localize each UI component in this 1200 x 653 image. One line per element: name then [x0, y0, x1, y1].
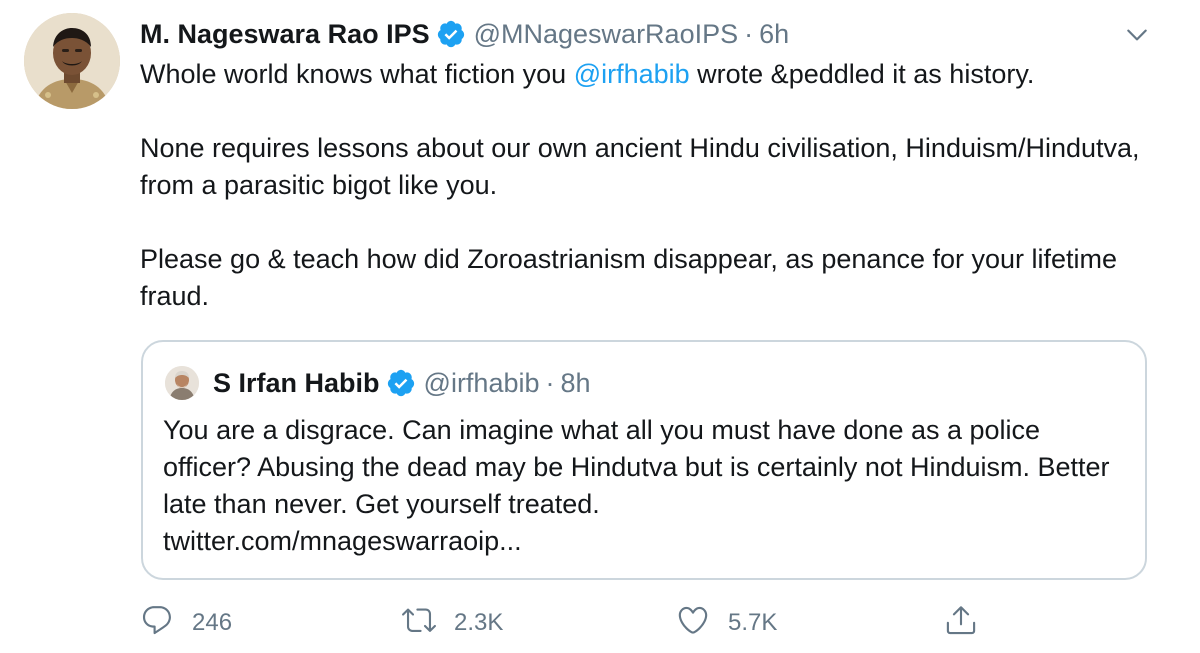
heart-icon [676, 603, 710, 644]
author-avatar[interactable] [24, 13, 120, 109]
header-separator: · [744, 18, 754, 49]
reply-count: 246 [192, 609, 233, 636]
tweet-text-segment: Whole world knows what fiction you [140, 59, 574, 89]
tweet-text: Whole world knows what fiction you @irfh… [140, 56, 1180, 315]
quoted-tweet-text: You are a disgrace. Can imagine what all… [163, 412, 1133, 560]
tweet-timestamp[interactable]: 6h [759, 19, 789, 50]
reply-icon [140, 603, 174, 644]
author-handle[interactable]: @MNageswarRaoIPS [474, 19, 739, 50]
tweet-actions: 246 2.3K 5.7K [140, 600, 1000, 646]
quoted-author-avatar [165, 366, 199, 400]
quoted-tweet-body: You are a disgrace. Can imagine what all… [163, 415, 1110, 519]
reply-button[interactable]: 246 [140, 600, 232, 646]
quoted-tweet-header: S Irfan Habib @irfhabib · 8h [213, 364, 591, 402]
share-button[interactable] [944, 600, 978, 646]
quoted-tweet-link[interactable]: twitter.com/mnageswarraoip... [163, 526, 522, 556]
quoted-tweet-timestamp: 8h [560, 367, 591, 398]
share-icon [944, 603, 978, 644]
tweet-card[interactable]: M. Nageswara Rao IPS @MNageswarRaoIPS · … [0, 0, 1200, 653]
quoted-author-name: S Irfan Habib [213, 367, 380, 398]
author-name[interactable]: M. Nageswara Rao IPS [140, 19, 430, 50]
tweet-paragraph-1: Whole world knows what fiction you @irfh… [140, 56, 1180, 93]
tweet-paragraph-3: Please go & teach how did Zoroastrianism… [140, 244, 1118, 311]
mention-link[interactable]: @irfhabib [574, 59, 690, 89]
like-count: 5.7K [728, 609, 778, 636]
verified-badge-icon [436, 19, 466, 49]
quoted-header-separator: · [545, 367, 555, 398]
tweet-header: M. Nageswara Rao IPS @MNageswarRaoIPS · … [140, 14, 789, 54]
quoted-tweet[interactable]: S Irfan Habib @irfhabib · 8h You are a d… [141, 340, 1147, 580]
verified-badge-icon [386, 368, 416, 398]
tweet-paragraph-2: None requires lessons about our own anci… [140, 133, 1140, 200]
tweet-text-segment: wrote &peddled it as history. [689, 59, 1035, 89]
retweet-count: 2.3K [454, 609, 504, 636]
like-button[interactable]: 5.7K [676, 600, 777, 646]
chevron-down-icon[interactable] [1124, 22, 1150, 48]
retweet-icon [402, 603, 436, 644]
quoted-author-handle: @irfhabib [423, 367, 540, 398]
retweet-button[interactable]: 2.3K [402, 600, 503, 646]
